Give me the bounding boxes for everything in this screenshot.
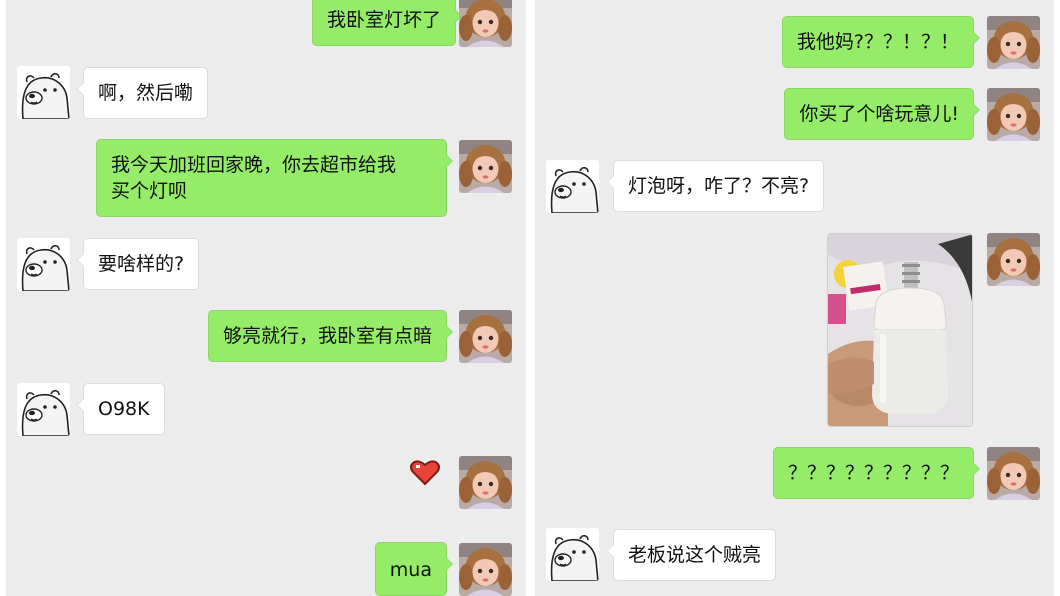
avatar-bear[interactable] bbox=[17, 238, 70, 291]
avatar-bear[interactable] bbox=[17, 66, 70, 119]
avatar-me[interactable] bbox=[987, 447, 1040, 500]
avatar-bear[interactable] bbox=[17, 383, 70, 436]
avatar-me[interactable] bbox=[987, 233, 1040, 286]
girl-avatar-icon bbox=[987, 88, 1040, 141]
heart-icon bbox=[410, 459, 440, 485]
message-bubble-in: 啊，然后嘞 bbox=[76, 67, 209, 119]
girl-avatar-icon bbox=[459, 140, 512, 193]
message-bubble-in: 灯泡呀，咋了？不亮? bbox=[606, 160, 825, 212]
bear-avatar-icon bbox=[546, 528, 599, 581]
light-bulb-photo bbox=[828, 234, 973, 427]
message-bubble-out: 你买了个啥玩意儿! bbox=[784, 88, 980, 140]
message-line: 我今天加班回家晚，你去超市给我 bbox=[111, 154, 397, 176]
message-bubble-out: 我卧室灯坏了 bbox=[311, 0, 463, 46]
chat-panel-left: 我卧室灯坏了 啊，然后嘞 我今天加班回家晚，你去超市给我 买个灯呗 要啥样的? … bbox=[6, 0, 526, 596]
bear-avatar-icon bbox=[17, 66, 70, 119]
bear-avatar-icon bbox=[546, 160, 599, 213]
avatar-me[interactable] bbox=[987, 88, 1040, 141]
girl-avatar-icon bbox=[459, 543, 512, 596]
message-line: 买个灯呗 bbox=[111, 180, 188, 202]
chat-panel-right: 我他妈?？？！？！ 你买了个啥玩意儿! 灯泡呀，咋了？不亮? ？？？？？？？？？… bbox=[535, 0, 1054, 596]
girl-avatar-icon bbox=[987, 16, 1040, 69]
avatar-me[interactable] bbox=[459, 310, 512, 363]
message-bubble-out: ？？？？？？？？？ bbox=[772, 447, 981, 499]
photo-message[interactable] bbox=[827, 233, 973, 427]
girl-avatar-icon bbox=[459, 0, 512, 47]
avatar-me[interactable] bbox=[459, 0, 512, 47]
bear-avatar-icon bbox=[17, 383, 70, 436]
bear-avatar-icon bbox=[17, 238, 70, 291]
girl-avatar-icon bbox=[459, 456, 512, 509]
girl-avatar-icon bbox=[987, 447, 1040, 500]
avatar-me[interactable] bbox=[459, 543, 512, 596]
avatar-me[interactable] bbox=[459, 456, 512, 509]
message-bubble-out: 够亮就行，我卧室有点暗 bbox=[207, 310, 454, 362]
avatar-bear[interactable] bbox=[546, 160, 599, 213]
message-bubble-in: 老板说这个贼亮 bbox=[606, 529, 777, 581]
heart-sticker[interactable] bbox=[410, 459, 440, 489]
message-bubble-out: mua bbox=[374, 542, 454, 596]
message-bubble-in: 要啥样的? bbox=[76, 238, 200, 290]
message-bubble-out: 我今天加班回家晚，你去超市给我 买个灯呗 bbox=[96, 139, 453, 217]
avatar-bear[interactable] bbox=[546, 528, 599, 581]
message-bubble-out: 我他妈?？？！？！ bbox=[781, 16, 981, 68]
avatar-me[interactable] bbox=[987, 16, 1040, 69]
girl-avatar-icon bbox=[987, 233, 1040, 286]
message-bubble-in: O98K bbox=[77, 383, 165, 435]
girl-avatar-icon bbox=[459, 310, 512, 363]
avatar-me[interactable] bbox=[459, 140, 512, 193]
